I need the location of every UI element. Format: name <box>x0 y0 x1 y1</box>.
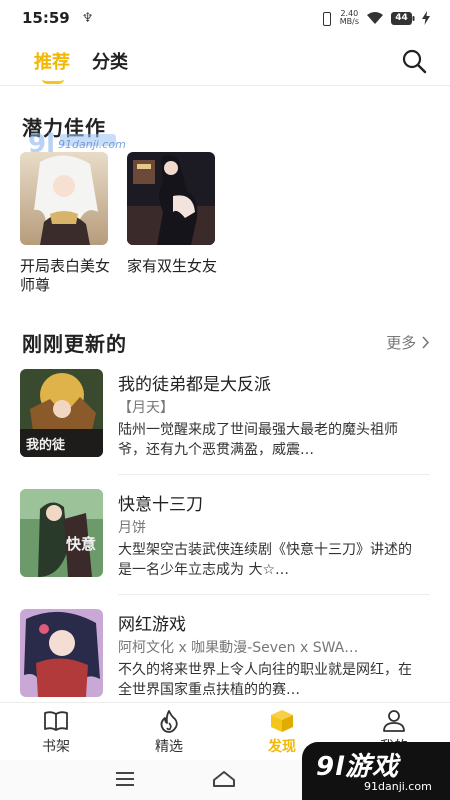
list-item[interactable]: 快意 快意十三刀 月饼 大型架空古装武侠连续剧《快意十三刀》讲述的是一名少年立志… <box>20 489 430 599</box>
home-button[interactable] <box>212 768 236 790</box>
charging-icon <box>422 11 430 25</box>
status-time: 15:59 <box>22 9 70 27</box>
tab-active-indicator <box>42 79 64 84</box>
nav-item-bookshelf[interactable]: 书架 <box>16 709 96 756</box>
list-item[interactable]: 我的徒 我的徒弟都是大反派 【月天】 陆州一觉醒来成了世间最强大最老的魔头祖师爷… <box>20 369 430 479</box>
menu-icon <box>116 772 134 786</box>
book-description: 大型架空古装武侠连续剧《快意十三刀》讲述的是一名少年立志成为 大☆… <box>118 542 412 578</box>
book-title: 快意十三刀 <box>118 495 203 515</box>
book-title: 开局表白美女师尊 <box>20 257 111 294</box>
book-cover <box>20 152 108 245</box>
watermark-logo: 9l游戏 <box>316 752 400 782</box>
svg-text:我的徒: 我的徒 <box>26 437 66 453</box>
book-cover <box>127 152 215 245</box>
book-title: 我的徒弟都是大反派 <box>118 375 271 395</box>
wifi-icon <box>366 11 384 25</box>
cube-icon <box>271 710 293 732</box>
book-description: 陆州一觉醒来成了世间最强大最老的魔头祖师爷，还有九个恶贯满盈，威震… <box>118 422 398 458</box>
tab-label: 推荐 <box>34 51 70 73</box>
featured-book-card[interactable]: 家有双生女友 <box>127 152 217 276</box>
watermark-url: 91danji.com <box>364 780 432 793</box>
list-divider <box>118 594 430 595</box>
featured-book-card[interactable]: 开局表白美女师尊 <box>20 152 110 295</box>
person-icon <box>383 710 405 732</box>
book-author: 【月天】 <box>118 400 174 416</box>
more-link[interactable]: 更多 <box>386 332 430 353</box>
book-cover: 我的徒 <box>20 369 103 457</box>
battery-icon: 44 <box>391 11 415 25</box>
section-title-recent: 刚刚更新的 <box>22 332 127 356</box>
book-cover: 快意 <box>20 489 103 577</box>
tab-recommend[interactable]: 推荐 <box>34 48 70 84</box>
book-cover <box>20 609 103 697</box>
tab-label: 分类 <box>92 51 128 73</box>
nav-label: 精选 <box>155 739 183 755</box>
menu-button[interactable] <box>113 768 137 790</box>
usb-icon: ♆ <box>81 10 94 26</box>
list-divider <box>118 474 430 475</box>
search-button[interactable] <box>400 47 428 75</box>
vibrate-icon <box>319 12 333 26</box>
book-author: 月饼 <box>118 520 146 536</box>
flame-icon <box>160 710 178 733</box>
home-icon <box>213 771 235 787</box>
nav-label: 书架 <box>42 739 70 755</box>
battery-level: 44 <box>395 12 408 23</box>
watermark-url-top: 91danji.com <box>58 138 126 151</box>
book-title: 家有双生女友 <box>127 257 218 275</box>
book-description: 不久的将来世界上令人向往的职业就是网红，在全世界国家重点扶植的的赛… <box>118 662 412 698</box>
more-label: 更多 <box>386 334 417 352</box>
network-speed: 2.40 MB/s <box>340 10 359 26</box>
top-nav: 推荐 分类 <box>0 36 450 86</box>
nav-item-featured[interactable]: 精选 <box>129 709 209 756</box>
book-author: 阿柯文化 x 咖果動漫-Seven x SWA… <box>118 640 359 656</box>
svg-text:快意: 快意 <box>66 535 96 553</box>
book-icon <box>44 711 68 731</box>
tab-category[interactable]: 分类 <box>92 48 128 74</box>
search-icon <box>402 49 427 73</box>
status-bar: 15:59 ♆ 2.40 MB/s 44 <box>0 0 450 36</box>
chevron-right-icon <box>422 336 430 349</box>
book-title: 网红游戏 <box>118 615 186 635</box>
status-indicators: 2.40 MB/s 44 <box>319 10 430 26</box>
network-speed-unit: MB/s <box>339 17 359 26</box>
